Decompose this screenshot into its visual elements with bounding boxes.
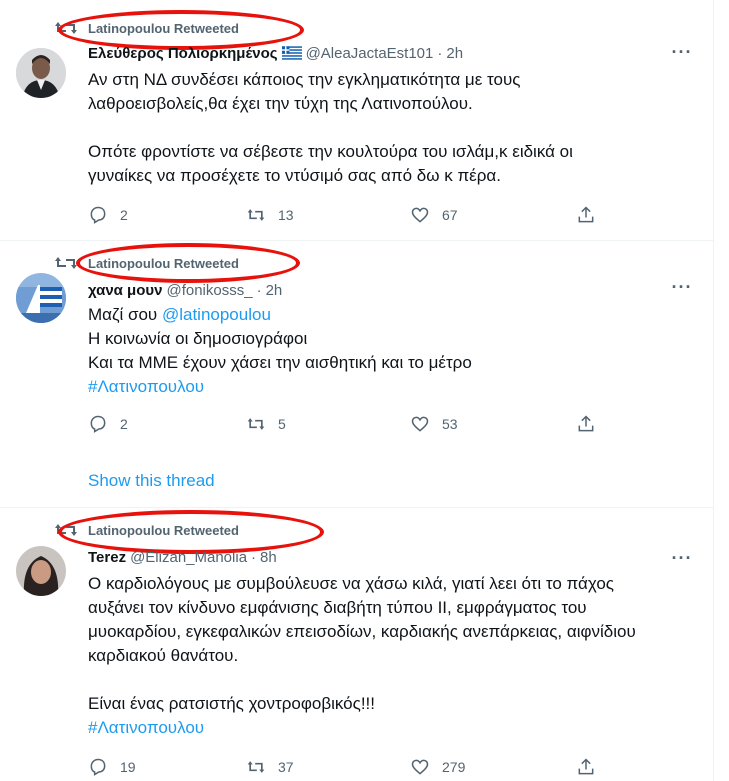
more-icon[interactable]: ··· (668, 42, 696, 62)
tweet-text-line: Ο καρδιολόγους με συμβούλευσε να χάσω κι… (88, 574, 614, 593)
tweet-text-line: Αν στη ΝΔ συνδέσει κάποιος την εγκληματι… (88, 70, 521, 89)
tweet-header: χανα μουν @fonikosss_ · 2h (88, 279, 282, 301)
author-handle[interactable]: @fonikosss_ (166, 282, 252, 299)
tweet-text-prefix: Μαζί σου (88, 305, 162, 324)
like-icon (411, 759, 429, 775)
tweet-header: Terez @Elizah_Manolia · 8h (88, 546, 277, 568)
paragraph-break (88, 116, 688, 140)
column-divider (713, 0, 714, 781)
reply-icon (90, 758, 106, 776)
retweet-icon (55, 257, 77, 269)
retweet-count: 13 (278, 207, 294, 223)
tweet-text: Μαζί σου @latinopoulou Η κοινωνία οι δημ… (88, 303, 688, 399)
retweet-button[interactable]: 5 (246, 411, 286, 437)
like-button[interactable]: 53 (410, 411, 458, 437)
share-button[interactable] (576, 202, 596, 228)
tweet-text-line: γυναίκες να προσέχετε το ντύσιμό σας από… (88, 166, 501, 185)
tweet-text-line: Είναι ένας ρατσιστής χοντροφοβικός!!! (88, 694, 375, 713)
mention-link[interactable]: @latinopoulou (162, 305, 271, 324)
share-icon (578, 206, 594, 223)
timestamp[interactable]: 2h (266, 282, 283, 299)
retweet-button[interactable]: 37 (246, 754, 294, 780)
annotation-circle (76, 243, 300, 283)
timestamp[interactable]: 8h (260, 549, 277, 566)
share-icon (578, 415, 594, 432)
retweet-count: 37 (278, 759, 294, 775)
like-icon (411, 416, 429, 432)
like-count: 67 (442, 207, 458, 223)
more-icon[interactable]: ··· (668, 277, 696, 297)
tweet-text-line: Μαζί σου @latinopoulou (88, 303, 688, 327)
avatar[interactable] (16, 273, 66, 323)
tweet-text-line: Η κοινωνία οι δημοσιογράφοι (88, 329, 308, 348)
tweet-actions: 19 37 279 (88, 754, 648, 780)
tweet-text-line: καρδιακού θανάτου. (88, 646, 239, 665)
reply-button[interactable]: 19 (88, 754, 136, 780)
author-handle[interactable]: @AleaJactaEst101 (306, 45, 434, 62)
reply-button[interactable]: 2 (88, 202, 128, 228)
like-icon (411, 207, 429, 223)
reply-button[interactable]: 2 (88, 411, 128, 437)
timeline: Latinopoulou Retweeted Ελεύθερος Πολιορκ… (0, 0, 713, 781)
tweet-actions: 2 13 67 (88, 202, 648, 228)
author-handle[interactable]: @Elizah_Manolia (130, 549, 247, 566)
share-button[interactable] (576, 411, 596, 437)
hashtag-link[interactable]: #Λατινοπουλου (88, 716, 698, 740)
tweet-text-line: μυοκαρδίου, εγκεφαλικών επεισοδίων, καρδ… (88, 622, 636, 641)
separator-dot: · (251, 548, 257, 566)
reply-count: 19 (120, 759, 136, 775)
tweet-text-line: αυξάνει τον κίνδυνο εμφάνισης διαβήτη τύ… (88, 598, 587, 617)
author-name[interactable]: Ελεύθερος Πολιορκημένος (88, 45, 278, 62)
reply-count: 2 (120, 416, 128, 432)
like-button[interactable]: 279 (410, 754, 465, 780)
like-count: 53 (442, 416, 458, 432)
retweet-button[interactable]: 13 (246, 202, 294, 228)
tweet[interactable]: Latinopoulou Retweeted χανα μουν @foniko… (0, 241, 713, 508)
tweet-text-line: Οπότε φροντίστε να σέβεστε την κουλτούρα… (88, 142, 573, 161)
like-count: 279 (442, 759, 466, 775)
tweet-header: Ελεύθερος Πολιορκημένος @AleaJactaEst101… (88, 42, 463, 64)
avatar[interactable] (16, 48, 66, 98)
reply-icon (90, 206, 106, 224)
author-name[interactable]: χανα μουν (88, 282, 162, 299)
retweet-icon (247, 761, 265, 773)
reply-icon (90, 415, 106, 433)
tweet-text: Ο καρδιολόγους με συμβούλευσε να χάσω κι… (88, 572, 698, 740)
paragraph-break (88, 668, 698, 692)
author-name[interactable]: Terez (88, 549, 126, 566)
separator-dot: · (437, 44, 443, 62)
tweet-text-line: λαθροεισβολείς,θα έχει την τύχη της Λατι… (88, 94, 473, 113)
retweet-count: 5 (278, 416, 286, 432)
retweet-icon (247, 418, 265, 430)
greek-flag-icon (281, 46, 302, 60)
separator-dot: · (256, 281, 262, 299)
hashtag-link[interactable]: #Λατινοπουλου (88, 375, 688, 399)
tweet-text: Αν στη ΝΔ συνδέσει κάποιος την εγκληματι… (88, 68, 688, 188)
reply-count: 2 (120, 207, 128, 223)
timestamp[interactable]: 2h (446, 45, 463, 62)
tweet-actions: 2 5 53 (88, 411, 648, 437)
show-thread-link[interactable]: Show this thread (88, 471, 215, 491)
share-icon (578, 758, 594, 775)
more-icon[interactable]: ··· (668, 548, 696, 568)
avatar[interactable] (16, 546, 66, 596)
tweet[interactable]: Latinopoulou Retweeted Terez @Elizah_Man… (0, 508, 713, 781)
like-button[interactable]: 67 (410, 202, 458, 228)
share-button[interactable] (576, 754, 596, 780)
tweet[interactable]: Latinopoulou Retweeted Ελεύθερος Πολιορκ… (0, 0, 713, 241)
tweet-text-line: Και τα ΜΜΕ έχουν χάσει την αισθητική και… (88, 353, 472, 372)
retweet-icon (247, 209, 265, 221)
